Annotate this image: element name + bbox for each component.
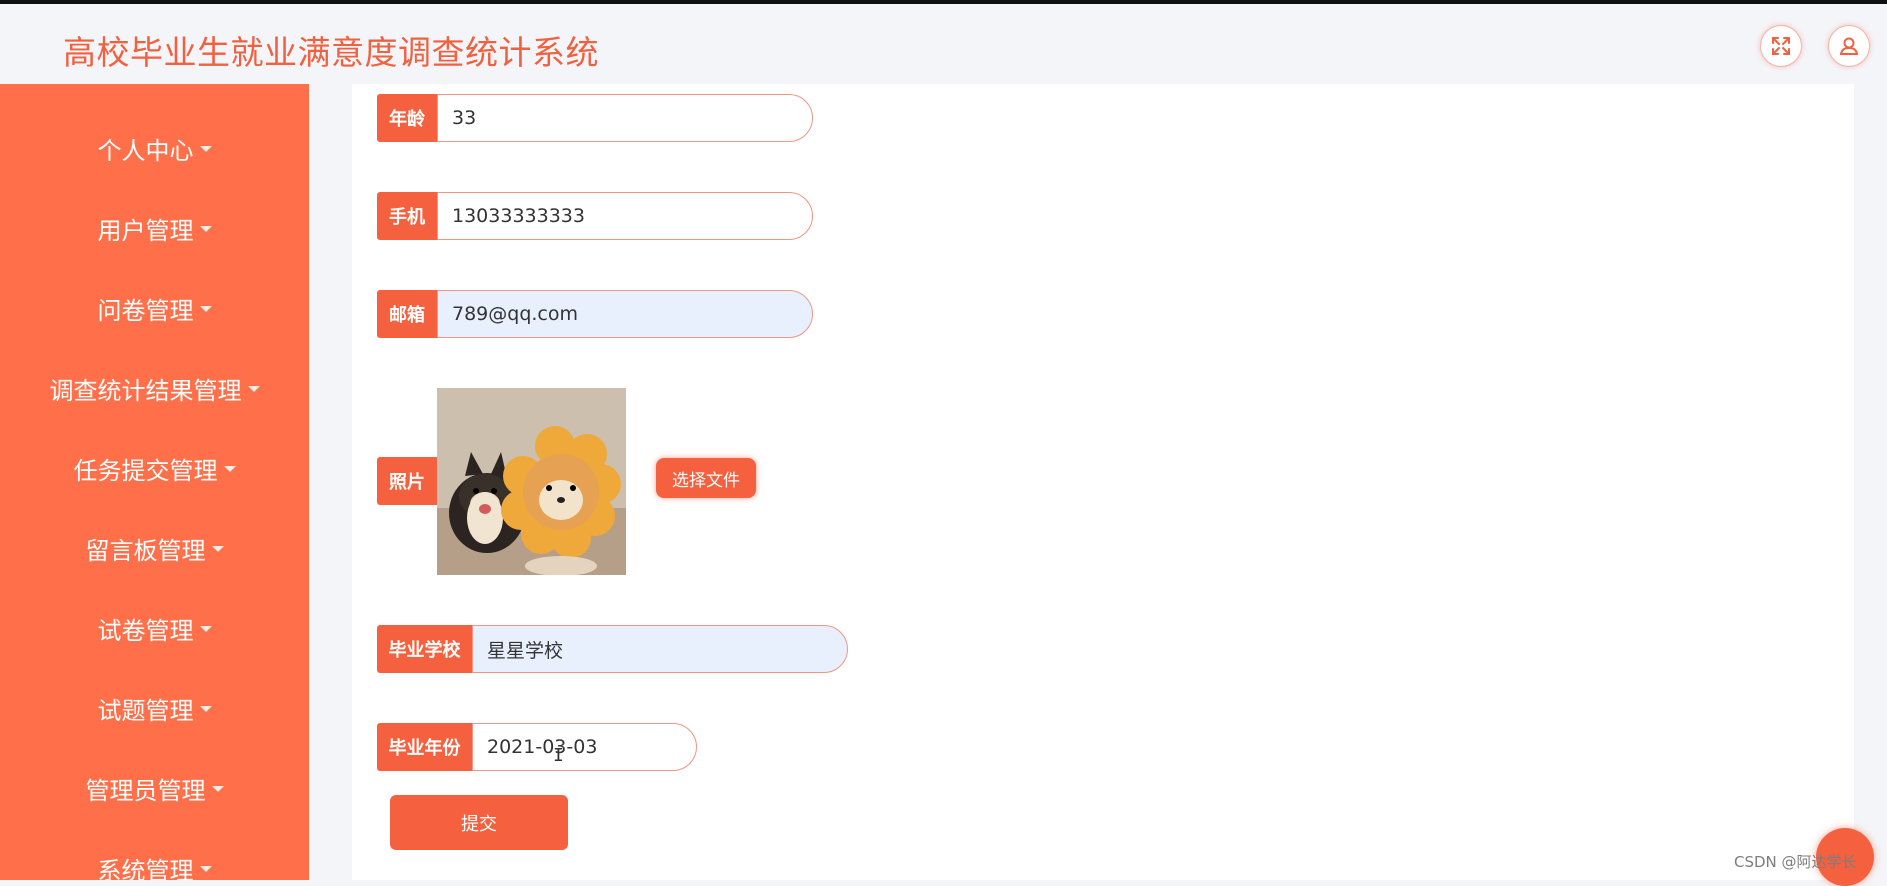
fullscreen-icon bbox=[1772, 37, 1790, 55]
caret-down-icon bbox=[199, 146, 212, 152]
watermark-text: CSDN @阿达学长 bbox=[1734, 853, 1857, 871]
user-icon bbox=[1839, 37, 1859, 55]
sidebar-item-label: 试卷管理 bbox=[97, 616, 194, 645]
sidebar-item-label: 个人中心 bbox=[97, 136, 194, 165]
dog-photo-image bbox=[437, 388, 626, 575]
sidebar-item-task-submission-management[interactable]: 任务提交管理 bbox=[0, 438, 309, 498]
age-label: 年龄 bbox=[377, 94, 437, 142]
sidebar-item-exam-paper-management[interactable]: 试卷管理 bbox=[0, 598, 309, 658]
email-input[interactable]: 789@qq.com bbox=[437, 290, 813, 338]
age-field: 年龄 33 bbox=[377, 94, 813, 142]
caret-down-icon bbox=[199, 626, 212, 632]
sidebar-item-questionnaire-management[interactable]: 问卷管理 bbox=[0, 278, 309, 338]
sidebar-item-survey-results-management[interactable]: 调查统计结果管理 bbox=[0, 358, 309, 418]
age-input[interactable]: 33 bbox=[437, 94, 813, 142]
sidebar-item-system-management[interactable]: 系统管理 bbox=[0, 838, 309, 880]
phone-input[interactable]: 13033333333 bbox=[437, 192, 813, 240]
photo-preview bbox=[437, 388, 626, 575]
sidebar-item-label: 问卷管理 bbox=[97, 296, 194, 325]
app-title: 高校毕业生就业满意度调查统计系统 bbox=[63, 33, 599, 72]
sidebar-item-user-management[interactable]: 用户管理 bbox=[0, 198, 309, 258]
school-field: 毕业学校 星星学校 bbox=[377, 625, 848, 673]
sidebar-item-label: 系统管理 bbox=[97, 856, 194, 881]
submit-button[interactable]: 提交 bbox=[390, 795, 568, 850]
caret-down-icon bbox=[247, 386, 260, 392]
sidebar-item-label: 调查统计结果管理 bbox=[49, 376, 242, 405]
grad-year-input[interactable]: 2021-03-03 bbox=[472, 723, 697, 771]
sidebar-item-personal-center[interactable]: 个人中心 bbox=[0, 118, 309, 178]
caret-down-icon bbox=[223, 466, 236, 472]
user-button[interactable] bbox=[1828, 25, 1870, 67]
sidebar: 个人中心 用户管理 问卷管理 调查统计结果管理 任务提交管理 留言板管理 试卷管… bbox=[0, 84, 309, 880]
caret-down-icon bbox=[211, 546, 224, 552]
caret-down-icon bbox=[199, 306, 212, 312]
caret-down-icon bbox=[199, 706, 212, 712]
sidebar-item-label: 管理员管理 bbox=[85, 776, 206, 805]
sidebar-item-label: 任务提交管理 bbox=[73, 456, 218, 485]
caret-down-icon bbox=[199, 866, 212, 872]
top-header: 高校毕业生就业满意度调查统计系统 bbox=[0, 4, 1887, 84]
school-label: 毕业学校 bbox=[377, 625, 472, 673]
school-input[interactable]: 星星学校 bbox=[472, 625, 848, 673]
grad-year-field: 毕业年份 2021-03-03 bbox=[377, 723, 697, 771]
text-cursor-icon: I bbox=[553, 745, 564, 766]
email-field: 邮箱 789@qq.com bbox=[377, 290, 813, 338]
caret-down-icon bbox=[211, 786, 224, 792]
sidebar-item-label: 用户管理 bbox=[97, 216, 194, 245]
phone-field: 手机 13033333333 bbox=[377, 192, 813, 240]
sidebar-item-question-management[interactable]: 试题管理 bbox=[0, 678, 309, 738]
grad-year-label: 毕业年份 bbox=[377, 723, 472, 771]
sidebar-item-admin-management[interactable]: 管理员管理 bbox=[0, 758, 309, 818]
fullscreen-button[interactable] bbox=[1760, 25, 1802, 67]
photo-label: 照片 bbox=[377, 457, 437, 505]
email-label: 邮箱 bbox=[377, 290, 437, 338]
sidebar-item-label: 试题管理 bbox=[97, 696, 194, 725]
caret-down-icon bbox=[199, 226, 212, 232]
sidebar-item-message-board-management[interactable]: 留言板管理 bbox=[0, 518, 309, 578]
choose-file-button[interactable]: 选择文件 bbox=[656, 458, 756, 498]
sidebar-item-label: 留言板管理 bbox=[85, 536, 206, 565]
phone-label: 手机 bbox=[377, 192, 437, 240]
